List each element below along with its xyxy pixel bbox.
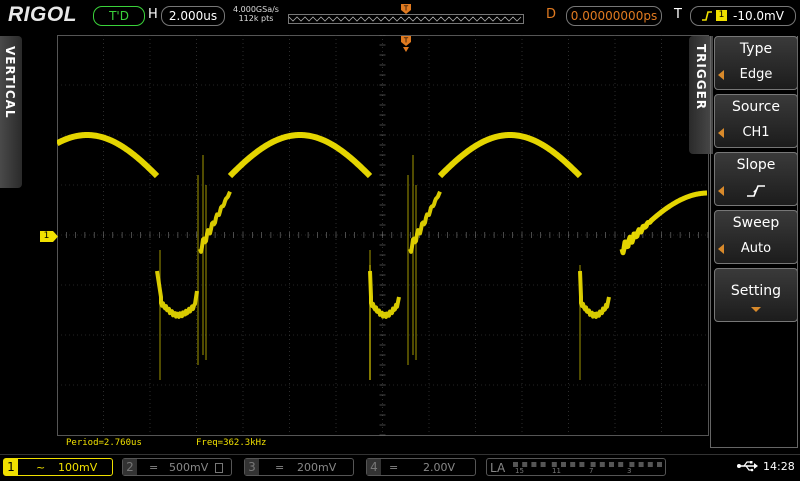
ch1-ground-marker-icon[interactable]: 1	[40, 231, 53, 242]
la-bit	[561, 462, 566, 467]
ch4-status[interactable]: 4 = 2.00V	[366, 458, 476, 476]
trigger-setting-button[interactable]: Setting	[714, 268, 798, 322]
sample-info: 4.000GSa/s 112k pts	[228, 5, 284, 23]
chevron-down-icon	[751, 307, 761, 312]
delay-field[interactable]: 0.00000000ps	[566, 6, 662, 26]
trigger-source-value: CH1	[742, 125, 770, 140]
trigger-type-value: Edge	[739, 67, 773, 82]
clock: 14:28	[763, 460, 795, 473]
sample-rate: 4.000GSa/s	[233, 5, 279, 14]
ch2-bw-icon	[215, 463, 223, 473]
vertical-label: VERTICAL	[3, 46, 17, 119]
ch2-number: 2	[123, 459, 137, 475]
la-label: LA	[490, 461, 506, 475]
trigger-setting-title: Setting	[730, 283, 782, 299]
trigger-type-button[interactable]: Type Edge	[714, 36, 798, 90]
rigol-logo: RIGOL	[8, 3, 77, 26]
freq-measurement: Freq=362.3kHz	[196, 438, 267, 448]
top-status-bar: RIGOL T'D H 2.000us 4.000GSa/s 112k pts …	[0, 0, 800, 32]
trigger-panel-tab[interactable]: TRIGGER	[689, 36, 713, 154]
la-bit	[570, 462, 576, 467]
trigger-sweep-title: Sweep	[732, 215, 780, 231]
la-bit	[531, 462, 537, 467]
la-tick-15: 15	[515, 467, 524, 475]
period-measurement: Period=2.760us	[66, 438, 142, 448]
la-bit	[540, 462, 546, 467]
ch3-status[interactable]: 3 = 200mV	[244, 458, 354, 476]
ch1-coupling-icon: ~	[36, 461, 46, 474]
trigger-position-icon: T	[401, 4, 411, 14]
la-bit	[618, 462, 624, 467]
svg-text:T: T	[403, 37, 409, 45]
ch1-number: 1	[4, 459, 18, 475]
usb-icon	[737, 461, 758, 472]
trigger-level-value: -10.0mV	[733, 9, 784, 23]
ch2-coupling-icon: =	[149, 461, 159, 474]
trigger-slope-arrow-icon	[718, 186, 724, 196]
memory-depth: 112k pts	[238, 14, 274, 23]
ch1-marker-arrow	[53, 231, 58, 242]
la-status[interactable]: LA 15 11 7 3	[486, 458, 666, 476]
trigger-slope-button[interactable]: Slope	[714, 152, 798, 206]
ch1-status[interactable]: 1 ~ 100mV	[3, 458, 113, 476]
trigger-slope-title: Slope	[736, 157, 776, 173]
la-tick-3: 3	[627, 467, 632, 475]
ch4-number: 4	[367, 459, 381, 475]
ch3-number: 3	[245, 459, 259, 475]
delay-label: D	[546, 7, 557, 22]
la-channel-bits	[513, 462, 662, 467]
run-state-badge[interactable]: T'D	[93, 6, 145, 26]
rising-slope-icon	[747, 185, 765, 197]
ch4-scale: 2.00V	[423, 461, 456, 474]
waveform-display[interactable]	[57, 35, 710, 436]
ch4-coupling-icon: =	[389, 461, 399, 474]
ch1-scale: 100mV	[58, 461, 98, 474]
la-bit	[638, 462, 644, 467]
vertical-panel-tab[interactable]: VERTICAL	[0, 36, 22, 188]
trigger-source-title: Source	[731, 99, 781, 115]
ch2-scale: 500mV	[169, 461, 209, 474]
timebase-field[interactable]: 2.000us	[161, 6, 225, 26]
ch3-scale: 200mV	[297, 461, 337, 474]
la-bit	[657, 462, 662, 467]
trigger-label: T	[674, 7, 682, 22]
trigger-source-button[interactable]: Source CH1	[714, 94, 798, 148]
la-tick-11: 11	[552, 467, 561, 475]
trigger-edge-icon	[702, 11, 712, 21]
trigger-level-field[interactable]: 1 -10.0mV	[690, 6, 796, 26]
trigger-menu-label: TRIGGER	[694, 44, 708, 111]
trigger-time-marker-icon[interactable]: T	[400, 35, 412, 55]
trigger-type-title: Type	[739, 41, 773, 57]
la-bit	[609, 462, 614, 467]
svg-text:T: T	[403, 5, 409, 13]
trigger-sweep-button[interactable]: Sweep Auto	[714, 210, 798, 264]
memory-overview-wave	[289, 16, 522, 22]
la-bit	[647, 462, 653, 467]
memory-overview[interactable]	[288, 14, 524, 24]
trigger-sweep-value: Auto	[740, 241, 772, 256]
trigger-channel-badge: 1	[716, 10, 727, 21]
ch2-status[interactable]: 2 = 500mV	[122, 458, 232, 476]
la-bit	[579, 462, 585, 467]
ch3-coupling-icon: =	[275, 461, 285, 474]
la-bit	[599, 462, 605, 467]
la-tick-7: 7	[589, 467, 594, 475]
horizontal-label: H	[148, 7, 158, 22]
